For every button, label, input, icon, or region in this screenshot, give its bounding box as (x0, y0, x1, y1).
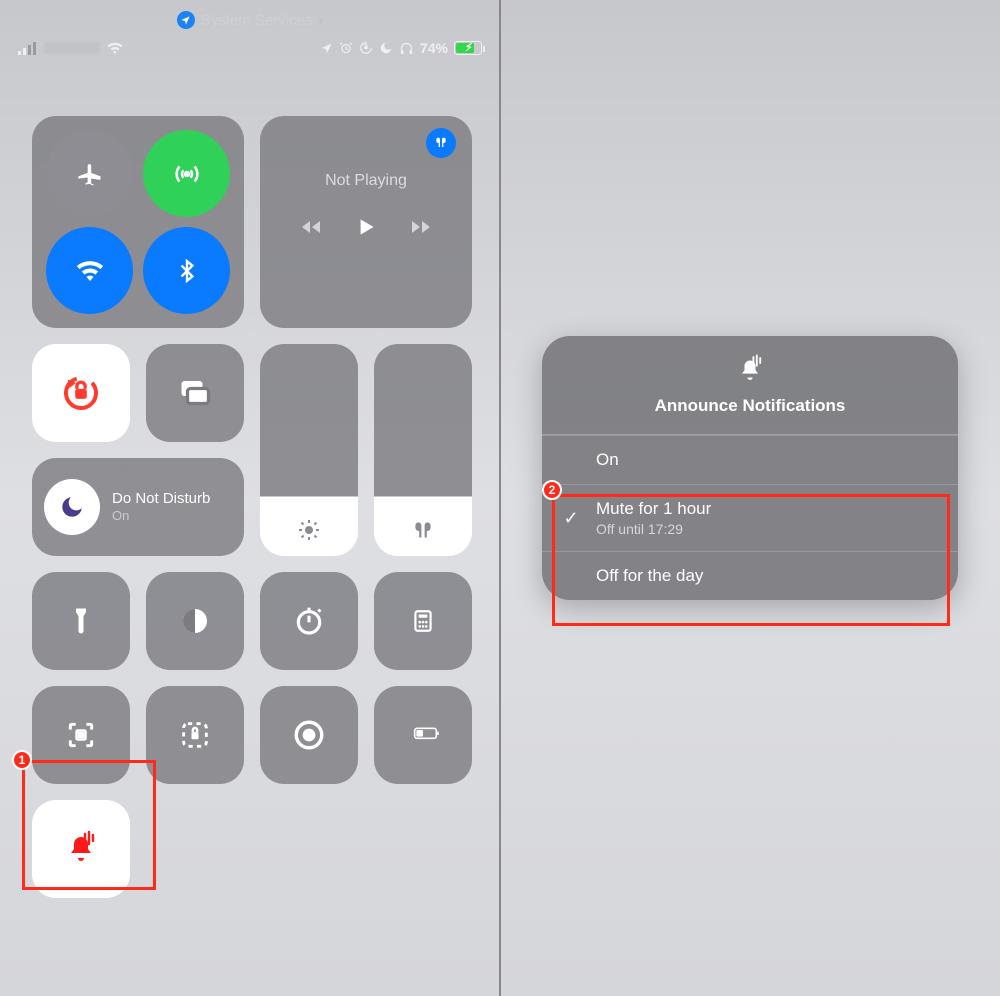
timer-button[interactable] (260, 572, 358, 670)
brightness-slider[interactable] (260, 344, 358, 556)
carrier-blur (44, 42, 100, 54)
battery-icon: ⚡︎ (454, 41, 482, 55)
bluetooth-toggle[interactable] (143, 227, 230, 314)
dnd-title: Do Not Disturb (112, 491, 210, 508)
connectivity-group[interactable] (32, 116, 244, 328)
battery-pct-label: 74% (420, 40, 448, 56)
cellular-signal-icon (18, 41, 38, 55)
airplane-mode-toggle[interactable] (46, 130, 133, 217)
dark-mode-toggle[interactable] (146, 572, 244, 670)
charging-bolt-icon: ⚡︎ (465, 41, 473, 54)
sun-icon (297, 518, 321, 542)
screen-recording-button[interactable] (260, 686, 358, 784)
status-bar: 74% ⚡︎ (18, 36, 482, 60)
announce-option-mute-1-hour[interactable]: ✓ Mute for 1 hour Off until 17:29 (542, 484, 958, 551)
control-center-grid: Not Playing (32, 116, 468, 898)
headphones-icon (399, 41, 414, 56)
media-state-label: Not Playing (325, 172, 407, 190)
announce-notifications-icon (61, 829, 101, 869)
location-arrow-icon (320, 42, 333, 55)
option-label: On (596, 450, 619, 470)
option-label: Mute for 1 hour (596, 499, 711, 519)
annotation-badge-1: 1 (12, 750, 32, 770)
option-label: Off for the day (596, 566, 703, 586)
calculator-button[interactable] (374, 572, 472, 670)
announce-notifications-menu: Announce Notifications On ✓ Mute for 1 h… (542, 336, 958, 600)
qr-code-scanner-button[interactable] (32, 686, 130, 784)
checkmark-icon: ✓ (560, 508, 582, 529)
pane-divider (499, 0, 501, 996)
wifi-icon (106, 39, 124, 57)
play-icon[interactable] (353, 214, 379, 240)
announce-option-off-for-day[interactable]: Off for the day (542, 551, 958, 600)
breadcrumb-label: System Services (201, 12, 313, 29)
flashlight-toggle[interactable] (32, 572, 130, 670)
focus-do-not-disturb-toggle[interactable]: Do Not Disturb On (32, 458, 244, 556)
dnd-state: On (112, 508, 210, 523)
fast-forward-icon[interactable] (409, 215, 433, 239)
guided-access-button[interactable] (146, 686, 244, 784)
option-subtitle: Off until 17:29 (596, 521, 711, 537)
media-playback-widget[interactable]: Not Playing (260, 116, 472, 328)
airpods-output-badge[interactable] (426, 128, 456, 158)
volume-slider[interactable] (374, 344, 472, 556)
announce-menu-title: Announce Notifications (655, 396, 846, 416)
orientation-lock-status-icon (359, 41, 373, 55)
announce-option-on[interactable]: On (542, 435, 958, 484)
chevron-right-icon: › (318, 12, 323, 29)
location-arrow-badge (177, 11, 195, 29)
orientation-lock-toggle[interactable] (32, 344, 130, 442)
rewind-icon[interactable] (299, 215, 323, 239)
announce-notifications-icon (733, 352, 767, 386)
announce-notifications-toggle[interactable] (32, 800, 130, 898)
alarm-icon (339, 41, 353, 55)
settings-breadcrumb: System Services › (0, 8, 500, 32)
announce-notifications-menu-screenshot: Announce Notifications On ✓ Mute for 1 h… (500, 0, 1000, 996)
wifi-toggle[interactable] (46, 227, 133, 314)
annotation-badge-2: 2 (542, 480, 562, 500)
moon-icon (379, 41, 393, 55)
screen-mirroring-toggle[interactable] (146, 344, 244, 442)
low-power-mode-toggle[interactable] (374, 686, 472, 784)
moon-icon (44, 479, 100, 535)
control-center-screenshot: System Services › 74% ⚡︎ (0, 0, 500, 996)
airpods-icon (410, 518, 436, 544)
cellular-data-toggle[interactable] (143, 130, 230, 217)
